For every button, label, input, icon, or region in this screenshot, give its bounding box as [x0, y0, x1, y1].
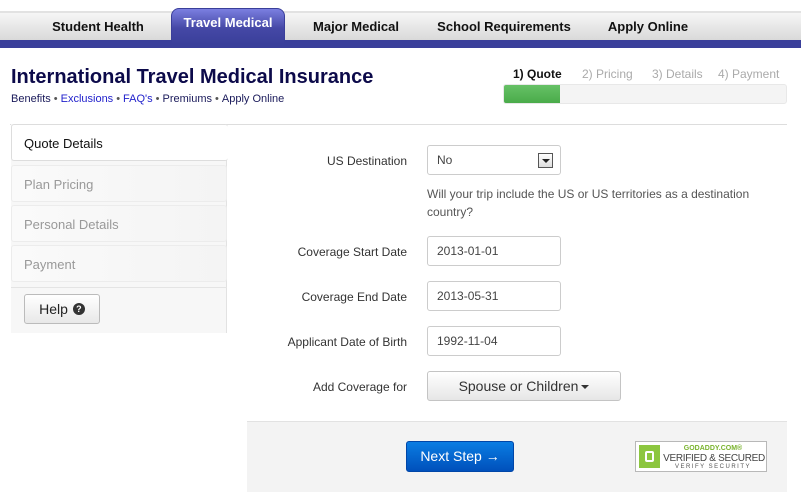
sidebar-item-payment[interactable]: Payment — [11, 245, 227, 282]
step-pricing: 2) Pricing — [582, 67, 633, 81]
sidebar-divider — [11, 287, 227, 288]
badge-title: VERIFIED & SECURED — [663, 453, 765, 464]
us-destination-label: US Destination — [326, 154, 407, 168]
link-faqs[interactable]: FAQ's — [123, 93, 153, 105]
question-circle-icon: ? — [72, 303, 85, 315]
progress-bar-fill — [504, 85, 561, 103]
next-step-label: Next Step — [420, 448, 482, 464]
step-quote: 1) Quote — [513, 67, 562, 81]
sidebar: Quote Details Plan Pricing Personal Deta… — [11, 124, 228, 333]
coverage-start-date-label: Coverage Start Date — [297, 245, 407, 259]
separator: • — [53, 93, 58, 105]
help-button[interactable]: Help ? — [24, 294, 100, 324]
link-premiums[interactable]: Premiums — [163, 93, 213, 105]
help-label: Help — [39, 301, 68, 317]
page-title: International Travel Medical Insurance — [11, 66, 374, 88]
coverage-end-date-label: Coverage End Date — [301, 290, 407, 304]
us-destination-help: Will your trip include the US or US terr… — [427, 187, 750, 219]
step-details: 3) Details — [652, 67, 703, 81]
nav-tab-travel-medical[interactable]: Travel Medical — [171, 8, 285, 44]
link-exclusions[interactable]: Exclusions — [61, 93, 114, 105]
top-navigation: Student Health Travel Medical Major Medi… — [0, 8, 801, 48]
nav-accent-bar — [0, 40, 801, 48]
shield-icon — [639, 445, 660, 468]
sidebar-item-plan-pricing[interactable]: Plan Pricing — [11, 165, 227, 202]
separator: • — [155, 93, 160, 105]
lock-icon — [645, 451, 654, 462]
add-coverage-button-label: Spouse or Children — [458, 378, 579, 394]
form-footer: Next Step → GODADDY.COM® VERIFIED & SECU… — [247, 421, 787, 492]
badge-subtitle: VERIFY SECURITY — [674, 464, 752, 470]
applicant-dob-input[interactable]: 1992-11-04 — [427, 326, 561, 356]
sidebar-item-personal-details[interactable]: Personal Details — [11, 205, 227, 242]
arrow-right-icon: → — [485, 448, 500, 464]
us-destination-value: No — [437, 153, 453, 167]
chevron-down-icon[interactable] — [538, 153, 553, 168]
coverage-end-date-input[interactable]: 2013-05-31 — [427, 281, 561, 311]
caret-down-icon — [581, 385, 590, 390]
step-payment: 4) Payment — [718, 67, 780, 81]
separator: • — [116, 93, 121, 105]
link-apply-online[interactable]: Apply Online — [222, 93, 284, 105]
link-benefits[interactable]: Benefits — [11, 93, 51, 105]
nav-tab-student-health[interactable]: Student Health — [40, 13, 156, 40]
sub-navigation: Benefits • Exclusions • FAQ's • Premiums • Apply… — [11, 93, 284, 105]
godaddy-security-badge[interactable]: GODADDY.COM® VERIFIED & SECURED VERIFY S… — [635, 441, 767, 472]
separator: • — [215, 93, 219, 105]
next-step-button[interactable]: Next Step → — [406, 441, 514, 472]
nav-tab-apply-online[interactable]: Apply Online — [598, 13, 698, 40]
badge-brand: GODADDY.COM® — [683, 445, 743, 452]
add-coverage-label: Add Coverage for — [312, 380, 407, 394]
coverage-start-date-input[interactable]: 2013-01-01 — [427, 236, 561, 266]
nav-tab-major-medical[interactable]: Major Medical — [300, 13, 412, 40]
sidebar-item-quote-details[interactable]: Quote Details — [11, 124, 228, 161]
progress-bar — [503, 84, 787, 104]
add-coverage-dropdown[interactable]: Spouse or Children — [427, 371, 621, 401]
us-destination-select[interactable]: No — [427, 145, 561, 175]
nav-tab-school-requirements[interactable]: School Requirements — [428, 13, 580, 40]
applicant-dob-label: Applicant Date of Birth — [287, 335, 407, 349]
